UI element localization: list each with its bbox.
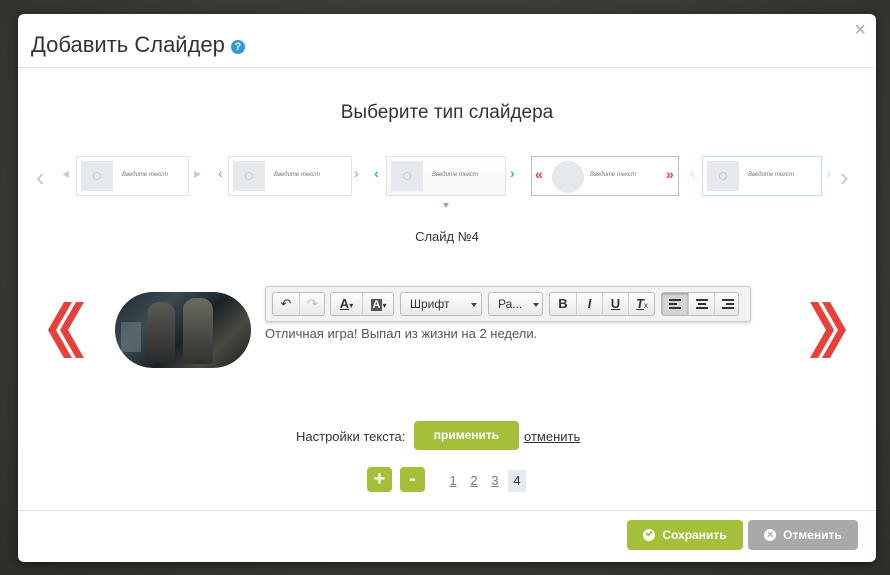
color-group: A▾ A ▾ <box>330 292 394 316</box>
selected-slide-label: Слайд №4 <box>415 229 479 244</box>
thumb-text: Введите текст <box>590 172 637 178</box>
type5-right-arrow-icon: › <box>826 165 831 181</box>
modal-title: Добавить Слайдер? <box>31 32 245 58</box>
clear-format-icon: T <box>636 296 644 311</box>
text-color-icon: A <box>339 296 350 311</box>
align-left-icon <box>669 299 681 309</box>
thumb-text: Введите текст <box>432 172 479 178</box>
image-placeholder-icon <box>707 161 739 191</box>
align-right-button[interactable] <box>715 293 740 315</box>
remove-slide-button[interactable]: - <box>400 467 425 492</box>
size-select[interactable]: Ра... <box>488 292 543 316</box>
bg-color-icon: A <box>370 299 383 311</box>
cancel-text-link[interactable]: отменить <box>524 429 580 444</box>
circle-image-placeholder-icon <box>552 161 584 193</box>
format-group: B I U Tx <box>549 292 655 316</box>
close-icon[interactable]: × <box>854 20 866 40</box>
image-placeholder-icon <box>391 161 423 191</box>
slider-type-5[interactable]: ‹ Введите текст › <box>688 156 836 196</box>
image-placeholder-icon <box>81 161 113 191</box>
type1-left-arrow-icon: ◂ <box>62 165 70 181</box>
type3-right-arrow-icon: › <box>510 165 515 181</box>
page-link-1[interactable]: 1 <box>444 470 462 492</box>
type5-left-arrow-icon: ‹ <box>690 165 695 181</box>
bg-color-button[interactable]: A ▾ <box>363 293 394 315</box>
image-placeholder-icon <box>233 161 265 191</box>
page-link-2[interactable]: 2 <box>465 470 483 492</box>
save-button[interactable]: Сохранить <box>627 520 743 550</box>
type3-left-arrow-icon: ‹ <box>374 165 379 181</box>
text-editor-toolbar: ↶ ↷ A▾ A ▾ Шрифт Ра... B I U Tx <box>265 286 751 322</box>
thumb-text: Введите текст <box>122 172 169 178</box>
font-caret-icon <box>471 303 477 307</box>
apply-button[interactable]: применить <box>414 421 519 450</box>
add-slide-button[interactable]: + <box>367 467 392 492</box>
clear-format-button[interactable]: Tx <box>629 293 655 315</box>
text-settings-label: Настройки текста: <box>296 429 406 444</box>
size-caret-icon <box>533 303 539 307</box>
prev-slide-icon[interactable] <box>46 302 84 358</box>
history-group: ↶ ↷ <box>272 292 325 316</box>
page-link-3[interactable]: 3 <box>486 470 504 492</box>
slider-type-2[interactable]: ‹ Введите текст › <box>216 156 364 196</box>
slider-type-1[interactable]: ◂ Введите текст ▸ <box>58 156 208 196</box>
selected-type-indicator-icon <box>443 203 449 208</box>
font-select[interactable]: Шрифт <box>400 292 482 316</box>
slider-type-4[interactable]: « Введите текст » <box>531 156 679 196</box>
type4-right-arrow-icon: » <box>666 166 674 182</box>
size-select-value: Ра... <box>498 297 523 311</box>
type2-left-arrow-icon: ‹ <box>218 165 223 181</box>
save-button-label: Сохранить <box>662 528 727 542</box>
modal-title-text: Добавить Слайдер <box>31 32 225 57</box>
close-circle-icon: × <box>764 529 777 541</box>
help-icon[interactable]: ? <box>230 40 245 54</box>
next-slide-icon[interactable] <box>810 302 848 358</box>
modal-footer: Сохранить × Отменить <box>18 510 876 562</box>
align-center-button[interactable] <box>689 293 714 315</box>
types-next-icon[interactable]: › <box>840 164 849 190</box>
bold-button[interactable]: B <box>550 293 576 315</box>
slider-type-title: Выберите тип слайдера <box>340 102 554 123</box>
slide-image[interactable] <box>115 292 251 368</box>
slide-text-editor[interactable]: Отличная игра! Выпал из жизни на 2 недел… <box>265 326 537 341</box>
types-prev-icon[interactable]: ‹ <box>36 164 45 190</box>
redo-button[interactable]: ↷ <box>300 293 325 315</box>
modal-header: Добавить Слайдер? × <box>18 14 876 68</box>
type4-left-arrow-icon: « <box>535 166 543 182</box>
text-color-button[interactable]: A▾ <box>331 293 362 315</box>
thumb-text: Введите текст <box>748 172 795 178</box>
check-circle-icon <box>643 529 656 541</box>
underline-button[interactable]: U <box>603 293 628 315</box>
align-right-icon <box>721 299 734 309</box>
font-select-value: Шрифт <box>410 297 450 311</box>
align-group <box>661 292 739 316</box>
add-slider-dialog: Добавить Слайдер? × Выберите тип слайдер… <box>18 14 876 562</box>
italic-button[interactable]: I <box>577 293 602 315</box>
undo-button[interactable]: ↶ <box>273 293 299 315</box>
type2-right-arrow-icon: › <box>354 165 359 181</box>
align-center-icon <box>695 299 708 309</box>
cancel-button-label: Отменить <box>783 528 842 542</box>
slider-type-3[interactable]: ‹ Введите текст › <box>372 156 520 196</box>
type1-right-arrow-icon: ▸ <box>194 165 202 181</box>
align-left-button[interactable] <box>662 293 688 315</box>
page-link-4[interactable]: 4 <box>508 470 526 492</box>
thumb-text: Введите текст <box>274 172 321 178</box>
cancel-button[interactable]: × Отменить <box>748 520 858 550</box>
